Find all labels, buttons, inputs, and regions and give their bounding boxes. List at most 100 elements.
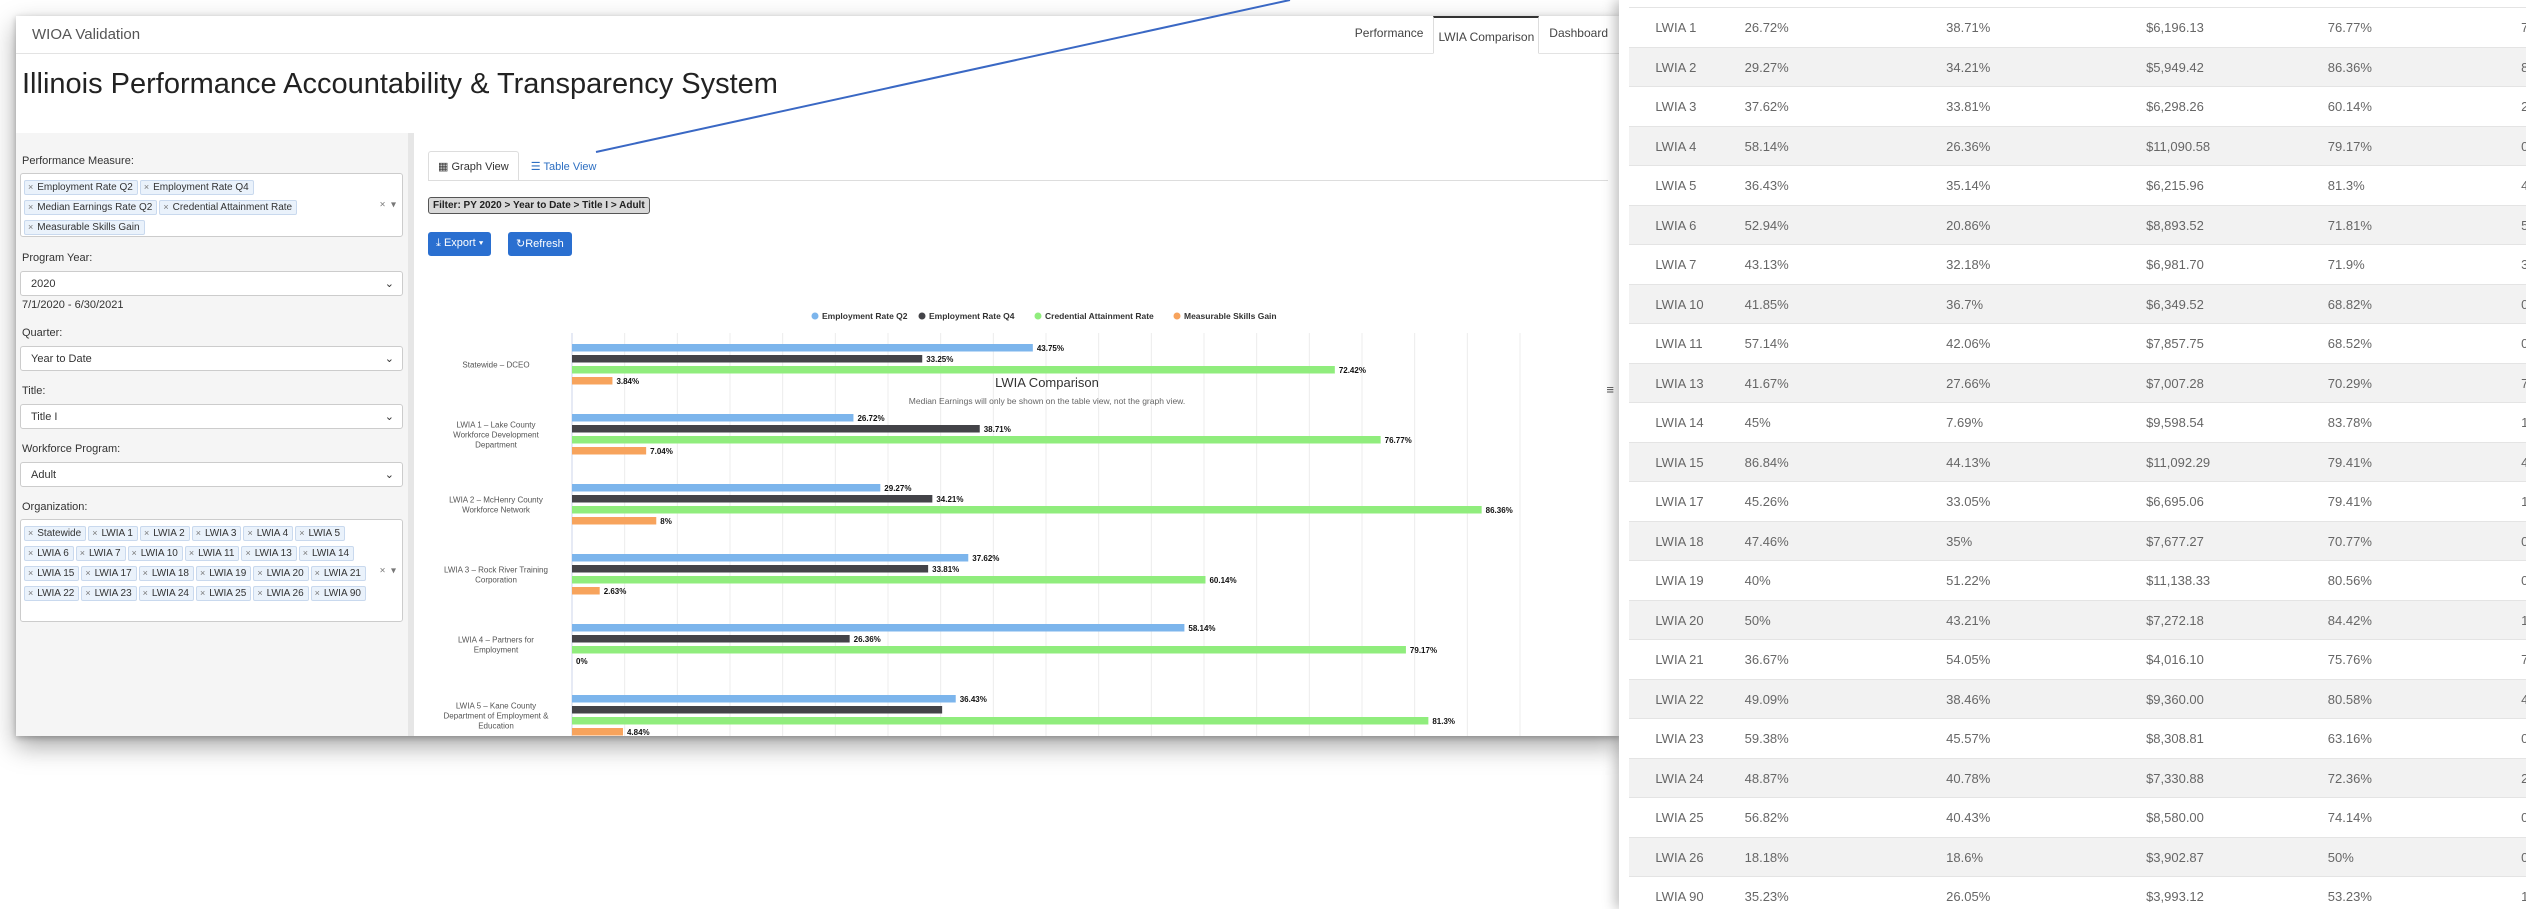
remove-tag-icon[interactable]: ×	[189, 548, 194, 558]
organization-tag[interactable]: × LWIA 21	[310, 566, 366, 581]
remove-tag-icon[interactable]: ×	[28, 202, 33, 212]
clear-icon[interactable]: ×	[380, 565, 386, 576]
remove-tag-icon[interactable]: ×	[132, 548, 137, 558]
organization-tag[interactable]: × LWIA 6	[24, 546, 74, 561]
performance-measure-tag[interactable]: × Median Earnings Rate Q2	[24, 200, 158, 215]
performance-measure-tag[interactable]: × Employment Rate Q4	[139, 180, 254, 195]
bar[interactable]	[572, 495, 933, 503]
remove-tag-icon[interactable]: ×	[144, 182, 149, 192]
remove-tag-icon[interactable]: ×	[200, 568, 205, 578]
bar[interactable]	[572, 565, 929, 573]
bar[interactable]	[572, 554, 969, 562]
bar[interactable]	[572, 624, 1185, 632]
bar[interactable]	[572, 377, 613, 385]
bar[interactable]	[572, 366, 1335, 374]
bar[interactable]	[572, 576, 1206, 584]
remove-tag-icon[interactable]: ×	[143, 568, 148, 578]
organization-tag[interactable]: × LWIA 1	[88, 526, 138, 541]
multiselect-controls[interactable]: × ▾	[380, 565, 396, 576]
legend-marker[interactable]	[1034, 312, 1042, 320]
bar[interactable]	[572, 355, 923, 363]
remove-tag-icon[interactable]: ×	[28, 222, 33, 232]
quarter-select[interactable]: Year to Date ⌄	[20, 346, 403, 371]
remove-tag-icon[interactable]: ×	[303, 548, 308, 558]
legend-marker[interactable]	[811, 312, 819, 320]
remove-tag-icon[interactable]: ×	[28, 182, 33, 192]
bar[interactable]	[572, 484, 881, 492]
organization-multiselect[interactable]: × ▾ × Statewide × LWIA 1 × LWIA 2 × LWIA 3 × LWIA…	[20, 519, 403, 622]
organization-tag[interactable]: × LWIA 20	[253, 566, 309, 581]
organization-tag[interactable]: × LWIA 25	[195, 586, 252, 601]
bar[interactable]	[572, 706, 943, 714]
performance-measure-tag[interactable]: × Credential Attainment Rate	[159, 200, 298, 215]
organization-tag[interactable]: × LWIA 26	[253, 586, 309, 601]
tab-table-view[interactable]: ☰ Table View	[520, 151, 607, 181]
brand-link[interactable]: WIOA Validation	[32, 26, 140, 43]
title-select[interactable]: Title I ⌄	[20, 404, 403, 429]
remove-tag-icon[interactable]: ×	[200, 588, 205, 598]
organization-tag[interactable]: × LWIA 22	[24, 586, 80, 601]
remove-tag-icon[interactable]: ×	[28, 568, 33, 578]
bar[interactable]	[572, 425, 980, 433]
bar[interactable]	[572, 646, 1406, 654]
nav-performance[interactable]: Performance	[1351, 16, 1428, 54]
organization-tag[interactable]: × LWIA 3	[191, 526, 242, 541]
remove-tag-icon[interactable]: ×	[143, 588, 148, 598]
organization-tag[interactable]: × LWIA 23	[81, 586, 137, 601]
remove-tag-icon[interactable]: ×	[299, 528, 304, 538]
legend-marker[interactable]	[1173, 312, 1181, 320]
nav-dashboard[interactable]: Dashboard	[1545, 16, 1612, 54]
workforce-program-select[interactable]: Adult ⌄	[20, 462, 403, 487]
legend-item[interactable]: Employment Rate Q4	[929, 311, 1015, 321]
bar[interactable]	[572, 447, 647, 455]
remove-tag-icon[interactable]: ×	[196, 528, 201, 538]
remove-tag-icon[interactable]: ×	[257, 588, 262, 598]
tab-graph-view[interactable]: ▦ Graph View	[428, 151, 519, 181]
legend-item[interactable]: Measurable Skills Gain	[1184, 311, 1277, 321]
organization-tag[interactable]: × LWIA 5	[295, 526, 346, 541]
organization-tag[interactable]: × LWIA 7	[75, 546, 126, 561]
clear-icon[interactable]: ×	[380, 200, 386, 211]
organization-tag[interactable]: × LWIA 2	[139, 526, 190, 541]
remove-tag-icon[interactable]: ×	[28, 528, 33, 538]
bar[interactable]	[572, 695, 956, 703]
multiselect-controls[interactable]: × ▾	[380, 200, 396, 211]
remove-tag-icon[interactable]: ×	[144, 528, 149, 538]
organization-tag[interactable]: × Statewide	[24, 526, 87, 541]
legend-item[interactable]: Credential Attainment Rate	[1045, 311, 1154, 321]
organization-tag[interactable]: × LWIA 18	[138, 566, 194, 581]
remove-tag-icon[interactable]: ×	[85, 588, 90, 598]
remove-tag-icon[interactable]: ×	[80, 548, 85, 558]
remove-tag-icon[interactable]: ×	[28, 588, 33, 598]
remove-tag-icon[interactable]: ×	[247, 528, 252, 538]
remove-tag-icon[interactable]: ×	[257, 568, 262, 578]
performance-measure-tag[interactable]: × Measurable Skills Gain	[24, 220, 145, 235]
program-year-select[interactable]: 2020 ⌄	[20, 271, 403, 296]
nav-lwia-comparison[interactable]: LWIA Comparison	[1433, 16, 1540, 54]
chart-menu-icon[interactable]: ≡	[1606, 382, 1614, 397]
organization-tag[interactable]: × LWIA 19	[195, 566, 252, 581]
organization-tag[interactable]: × LWIA 15	[24, 566, 80, 581]
bar[interactable]	[572, 436, 1381, 444]
bar[interactable]	[572, 506, 1482, 514]
remove-tag-icon[interactable]: ×	[28, 548, 33, 558]
organization-tag[interactable]: × LWIA 24	[138, 586, 194, 601]
remove-tag-icon[interactable]: ×	[245, 548, 250, 558]
legend-item[interactable]: Employment Rate Q2	[822, 311, 908, 321]
bar[interactable]	[572, 414, 854, 422]
chevron-down-icon[interactable]: ▾	[391, 565, 396, 576]
bar[interactable]	[572, 587, 600, 595]
organization-tag[interactable]: × LWIA 17	[81, 566, 137, 581]
organization-tag[interactable]: × LWIA 11	[184, 546, 240, 561]
performance-measure-tag[interactable]: × Employment Rate Q2	[24, 180, 138, 195]
bar[interactable]	[572, 517, 657, 525]
legend-marker[interactable]	[918, 312, 926, 320]
remove-tag-icon[interactable]: ×	[315, 588, 320, 598]
bar[interactable]	[572, 717, 1429, 725]
organization-tag[interactable]: × LWIA 90	[310, 586, 366, 601]
remove-tag-icon[interactable]: ×	[92, 528, 97, 538]
remove-tag-icon[interactable]: ×	[163, 202, 168, 212]
performance-measure-multiselect[interactable]: × ▾ × Employment Rate Q2 × Employment Rate …	[20, 173, 403, 237]
bar[interactable]	[572, 635, 850, 643]
remove-tag-icon[interactable]: ×	[315, 568, 320, 578]
